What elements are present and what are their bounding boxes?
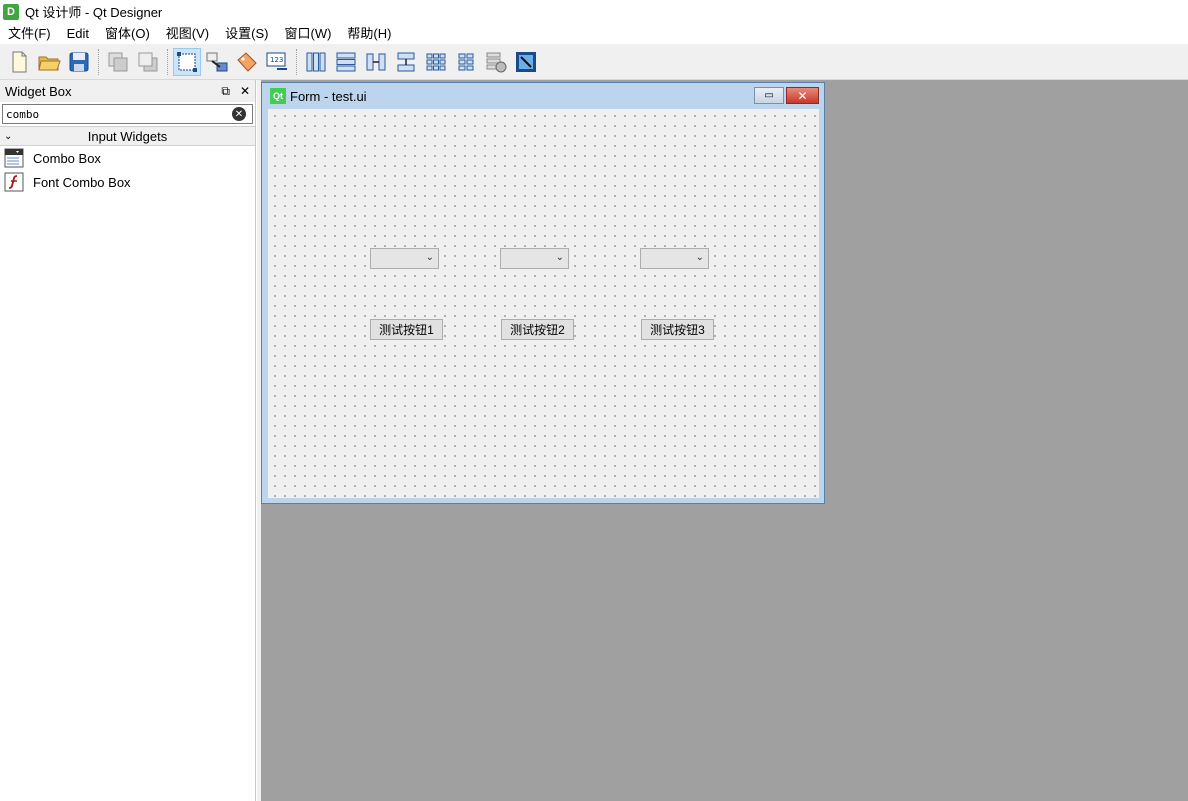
- category-input-widgets[interactable]: ⌄ Input Widgets: [0, 126, 255, 146]
- toolbar-separator: [167, 49, 168, 75]
- menu-window[interactable]: 窗口(W): [276, 23, 339, 45]
- combo-box-3[interactable]: ⌄: [640, 248, 709, 269]
- chevron-down-icon: ⌄: [695, 252, 704, 263]
- adjust-size-icon[interactable]: [512, 48, 540, 76]
- test-button-2[interactable]: 测试按钮2: [501, 319, 574, 340]
- close-icon[interactable]: ✕: [240, 84, 250, 99]
- save-icon[interactable]: [65, 48, 93, 76]
- combo-box-2[interactable]: ⌄: [500, 248, 569, 269]
- layout-form-icon[interactable]: [452, 48, 480, 76]
- new-file-icon[interactable]: [5, 48, 33, 76]
- combo-box-1[interactable]: ⌄: [370, 248, 439, 269]
- qt-logo-icon: Qt: [270, 88, 286, 104]
- edit-buddies-icon[interactable]: [233, 48, 261, 76]
- combo-box-icon: [4, 148, 24, 168]
- chevron-down-icon: ⌄: [425, 252, 434, 263]
- chevron-down-icon: ⌄: [4, 130, 13, 142]
- menubar: 文件(F) Edit 窗体(O) 视图(V) 设置(S) 窗口(W) 帮助(H): [0, 23, 1188, 45]
- widget-box-panel: Widget Box ⧉ ✕ ✕ ⌄ Input Widgets Combo B…: [0, 80, 256, 801]
- open-folder-icon[interactable]: [35, 48, 63, 76]
- widget-filter-input[interactable]: [6, 107, 226, 121]
- widget-item-font-combo-box[interactable]: Font Combo Box: [0, 170, 255, 194]
- edit-widgets-icon[interactable]: [173, 48, 201, 76]
- form-canvas[interactable]: ⌄ ⌄ ⌄ 测试按钮1 测试按钮2 测试按钮3: [268, 109, 819, 498]
- toolbar-separator: [296, 49, 297, 75]
- menu-help[interactable]: 帮助(H): [339, 23, 399, 45]
- widget-item-label: Font Combo Box: [33, 174, 131, 190]
- minimize-button[interactable]: ▭: [754, 87, 784, 104]
- layout-horizontal-icon[interactable]: [302, 48, 330, 76]
- category-label: Input Widgets: [87, 128, 168, 144]
- window-titlebar: D Qt 设计师 - Qt Designer: [0, 0, 1188, 23]
- menu-form[interactable]: 窗体(O): [97, 23, 158, 45]
- menu-view[interactable]: 视图(V): [158, 23, 217, 45]
- window-title: Qt 设计师 - Qt Designer: [25, 5, 163, 20]
- test-button-1[interactable]: 测试按钮1: [370, 319, 443, 340]
- designer-app-icon: D: [3, 3, 19, 20]
- break-layout-icon[interactable]: [482, 48, 510, 76]
- clear-icon[interactable]: ✕: [232, 107, 246, 121]
- minimize-icon: ▭: [764, 90, 774, 101]
- toolbar-separator: [98, 49, 99, 75]
- form-window[interactable]: Qt Form - test.ui ▭ ✕ ⌄ ⌄ ⌄ 测试按钮1 测试按钮2 …: [261, 82, 825, 504]
- test-button-3[interactable]: 测试按钮3: [641, 319, 714, 340]
- widget-item-combo-box[interactable]: Combo Box: [0, 146, 255, 170]
- svg-text:123: 123: [270, 56, 283, 64]
- close-button[interactable]: ✕: [786, 87, 819, 104]
- widget-filter-field: ✕: [2, 104, 253, 124]
- widget-item-label: Combo Box: [33, 150, 101, 166]
- layout-grid-icon[interactable]: [422, 48, 450, 76]
- bring-to-front-icon[interactable]: [134, 48, 162, 76]
- edit-signals-slots-icon[interactable]: [203, 48, 231, 76]
- chevron-down-icon: ⌄: [555, 252, 564, 263]
- main-toolbar: 123: [0, 45, 1188, 80]
- form-window-titlebar[interactable]: Qt Form - test.ui ▭ ✕: [262, 83, 824, 109]
- layout-horizontal-splitter-icon[interactable]: [362, 48, 390, 76]
- send-to-back-icon[interactable]: [104, 48, 132, 76]
- menu-edit[interactable]: Edit: [59, 23, 97, 45]
- float-icon[interactable]: ⧉: [221, 84, 230, 99]
- close-icon: ✕: [797, 88, 808, 103]
- menu-settings[interactable]: 设置(S): [217, 23, 276, 45]
- menu-file[interactable]: 文件(F): [0, 23, 59, 45]
- layout-vertical-icon[interactable]: [332, 48, 360, 76]
- edit-tab-order-icon[interactable]: 123: [263, 48, 291, 76]
- layout-vertical-splitter-icon[interactable]: [392, 48, 420, 76]
- form-window-title: Form - test.ui: [290, 88, 367, 104]
- widget-box-header: Widget Box ⧉ ✕: [0, 80, 255, 102]
- widget-box-title: Widget Box: [5, 83, 72, 99]
- font-combo-box-icon: [4, 172, 24, 192]
